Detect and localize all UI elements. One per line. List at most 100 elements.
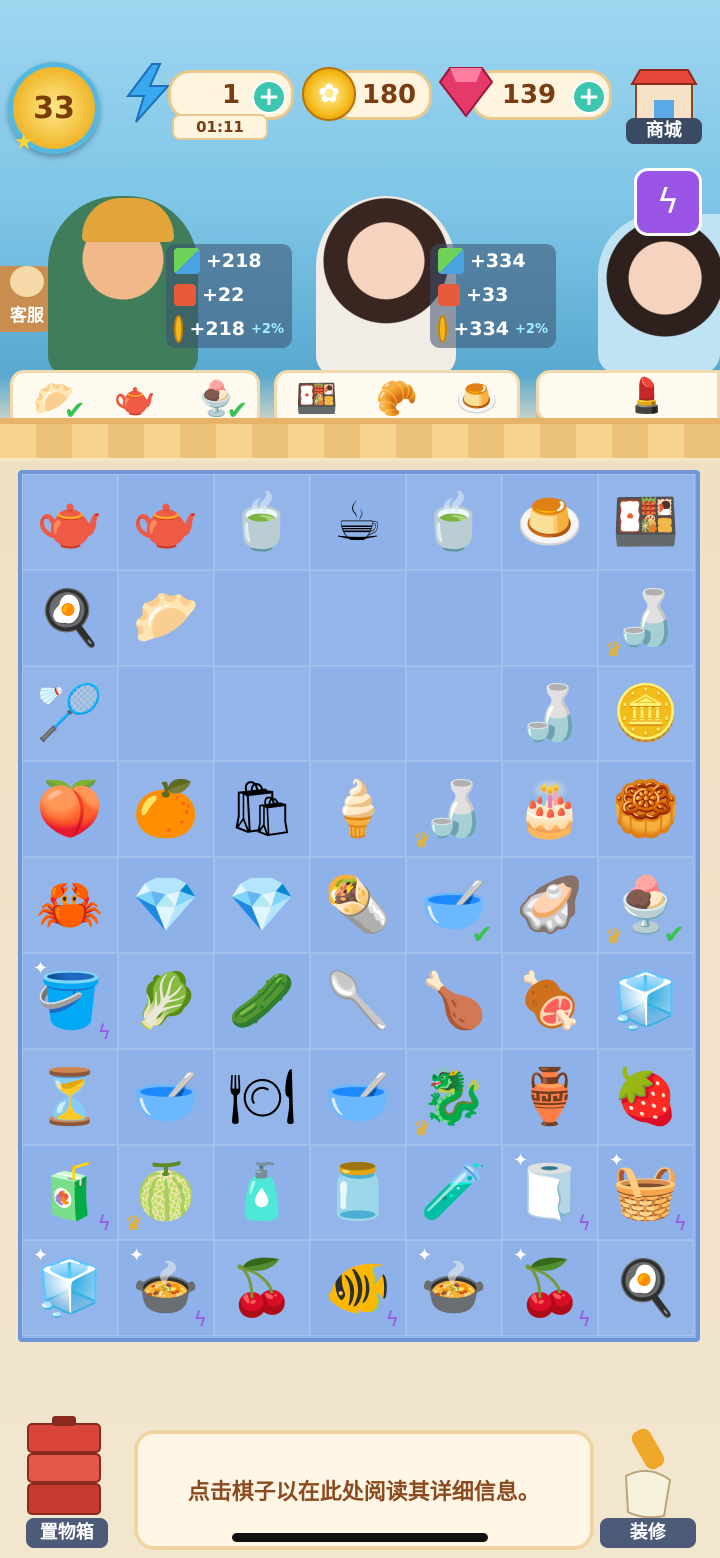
board-item-tea-cup[interactable]: ☕ — [310, 474, 406, 570]
board-item-dragon-fruit[interactable]: 🐉 ♛ — [406, 1048, 502, 1145]
board-item-flower-bowl[interactable]: 🥣 — [118, 1048, 214, 1145]
board-item-mini-fridge[interactable]: 🧊 ✦ — [22, 1240, 118, 1337]
board-item-roast-duck[interactable]: 🍖 — [502, 952, 598, 1049]
board-item-juicer[interactable]: 🧃 ϟ — [22, 1144, 118, 1241]
board-item-ice-cubes[interactable]: 🧊 — [598, 952, 694, 1049]
board-item-lime[interactable]: 🍈 ♛ — [118, 1144, 214, 1241]
covered-bowl-icon: 🍵 — [420, 489, 488, 553]
merge-board[interactable]: 🫖 🫖 🍵 ☕ 🍵 🍮 🍱 🍳 🥟 🍶 ♛ 🏸 🍶 🪙 🍑 🍊 🛍 🍦 🍶 ♛ 🎂 🥮 🦀 💎 💎 🌯 🥣 ✔ 🦪 🍨 ♛ ✔ 🪣 ✦ ϟ 🥬 🥒 🥄 🍗 🍖… — [18, 470, 700, 1342]
board-item-strainer[interactable]: 🏸 — [22, 665, 118, 762]
board-item-footed-bowl[interactable]: 🥣 — [310, 1048, 406, 1145]
empty-cell[interactable] — [214, 569, 310, 666]
board-item-orange[interactable]: 🍊 — [118, 761, 214, 858]
board-item-paper-bag[interactable]: 🛍 — [214, 761, 310, 858]
board-item-soup-pot[interactable]: 🍲 ✦ — [406, 1240, 502, 1337]
oysters-icon: 🦪 — [516, 873, 584, 937]
order-item[interactable]: 🍱 — [289, 374, 345, 424]
board-item-cherry-pan[interactable]: 🍒 ✦ ϟ — [502, 1240, 598, 1337]
board-item-lemon-tea[interactable]: 🍵 — [214, 474, 310, 570]
decorate-label[interactable]: 装修 — [600, 1518, 696, 1548]
shop-label[interactable]: 商城 — [626, 118, 702, 144]
energy-boost-button[interactable]: ϟ — [634, 168, 702, 236]
checkmark-icon: ✔ — [471, 919, 493, 950]
board-item-shrimp-dumplings[interactable]: 🥟 — [118, 569, 214, 666]
reward-bonus: +2% — [251, 321, 284, 337]
empty-cell[interactable] — [310, 569, 406, 666]
storage-box-label[interactable]: 置物箱 — [26, 1518, 108, 1548]
board-item-spatula[interactable]: 🥄 — [310, 952, 406, 1049]
board-item-teapot[interactable]: 🫖 — [118, 474, 214, 570]
gem-value: 139 — [501, 80, 557, 110]
empty-cell[interactable] — [310, 665, 406, 762]
lemon-tea-icon: 🍵 — [228, 489, 296, 553]
home-indicator[interactable] — [232, 1533, 488, 1542]
customer-1-rewards: +218 +22 +218 +2% — [166, 244, 292, 348]
board-item-crabs[interactable]: 🦀 — [22, 857, 118, 953]
board-item-chocolate-cake[interactable]: 🎂 — [502, 761, 598, 858]
board-item-flower-plate[interactable]: 🍽 — [214, 1048, 310, 1145]
board-item-egg-custard[interactable]: 🍮 — [502, 474, 598, 570]
board-item-cabbage[interactable]: 🥬 — [118, 952, 214, 1049]
board-item-covered-bowl[interactable]: 🍵 — [406, 474, 502, 570]
egg-custard-icon: 🍮 — [516, 489, 584, 553]
storage-box-icon[interactable] — [22, 1414, 106, 1520]
customer-3-avatar[interactable] — [598, 214, 720, 374]
board-item-fish-bowl[interactable]: 🐠 ϟ — [310, 1240, 406, 1337]
crown-icon: ♛ — [605, 923, 623, 948]
board-item-cucumber[interactable]: 🥒 — [214, 952, 310, 1049]
gold-coin-icon: 🪙 — [612, 681, 680, 745]
empty-cell[interactable] — [214, 665, 310, 762]
board-item-bento-box[interactable]: 🍱 — [598, 474, 694, 570]
board-item-sand-bucket[interactable]: 🪣 ✦ ϟ — [22, 952, 118, 1049]
reward-bonus: +2% — [515, 321, 548, 337]
board-item-sake-set[interactable]: 🍶 ♛ — [406, 761, 502, 858]
lightning-icon: ϟ — [193, 1307, 207, 1332]
order-item[interactable]: 🥟 ✔ — [26, 374, 85, 426]
board-item-gold-coin[interactable]: 🪙 — [598, 665, 694, 762]
board-item-teapot-set[interactable]: 🫖 — [22, 474, 118, 570]
board-item-sieve[interactable]: 🍳 — [598, 1240, 694, 1337]
board-item-ice-cream-cone[interactable]: 🍦 — [310, 761, 406, 858]
empty-cell[interactable] — [502, 569, 598, 666]
order-item[interactable]: 🫖 — [107, 374, 163, 424]
order-item[interactable]: 🍮 — [449, 374, 505, 424]
shrimp-dumplings-icon: 🥟 — [132, 585, 200, 649]
board-item-ruby-pile[interactable]: 💎 — [214, 857, 310, 953]
board-item-frying-pan[interactable]: 🍳 — [22, 569, 118, 666]
customer-service-button[interactable]: 客服 — [0, 266, 54, 332]
board-item-roast-chicken[interactable]: 🍗 — [406, 952, 502, 1049]
board-item-spring-rolls[interactable]: 🌯 — [310, 857, 406, 953]
board-item-oysters[interactable]: 🦪 — [502, 857, 598, 953]
board-item-soup-pot[interactable]: 🍲 ✦ ϟ — [118, 1240, 214, 1337]
ruby-icon — [438, 67, 494, 118]
board-item-vegetable-basket[interactable]: 🧺 ✦ ϟ — [598, 1144, 694, 1241]
customer-3-order-tray[interactable]: 💄 — [536, 370, 720, 422]
add-energy-button[interactable]: + — [252, 80, 286, 114]
board-item-cosmetic-pad[interactable]: 🧻 ✦ ϟ — [502, 1144, 598, 1241]
add-gems-button[interactable]: + — [572, 80, 606, 114]
board-item-dumpling-soup[interactable]: 🥣 ✔ — [406, 857, 502, 953]
order-item[interactable]: 💄 — [619, 371, 675, 421]
empty-cell[interactable] — [406, 569, 502, 666]
board-item-dim-sum-steamer[interactable]: 🥮 — [598, 761, 694, 858]
paint-brush-icon[interactable] — [608, 1424, 688, 1520]
board-item-cream-jar[interactable]: 🫙 — [310, 1144, 406, 1241]
board-item-small-ruby[interactable]: 💎 — [118, 857, 214, 953]
order-item[interactable]: 🥐 — [369, 374, 425, 424]
ice-cream-cone-icon: 🍦 — [324, 777, 392, 841]
board-item-dessert-basket[interactable]: 🍨 ♛ ✔ — [598, 857, 694, 953]
vegetable-basket-icon: 🧺 — [612, 1160, 680, 1224]
board-item-cherry-bowl[interactable]: 🍒 — [214, 1240, 310, 1337]
empty-cell[interactable] — [118, 665, 214, 762]
board-item-strawberry[interactable]: 🍓 — [598, 1048, 694, 1145]
board-item-peach[interactable]: 🍑 — [22, 761, 118, 858]
board-item-sake-bottle[interactable]: 🍶 — [502, 665, 598, 762]
empty-cell[interactable] — [406, 665, 502, 762]
board-item-lotion-bottle[interactable]: 🧴 — [214, 1144, 310, 1241]
board-item-sake-set[interactable]: 🍶 ♛ — [598, 569, 694, 666]
order-item[interactable]: 🍨 ✔ — [188, 374, 248, 426]
board-item-green-pitcher[interactable]: 🏺 — [502, 1048, 598, 1145]
order-item-icon: 💄 — [625, 376, 669, 416]
board-item-hourglass[interactable]: ⏳ — [22, 1048, 118, 1145]
board-item-perfume-bottle[interactable]: 🧪 — [406, 1144, 502, 1241]
